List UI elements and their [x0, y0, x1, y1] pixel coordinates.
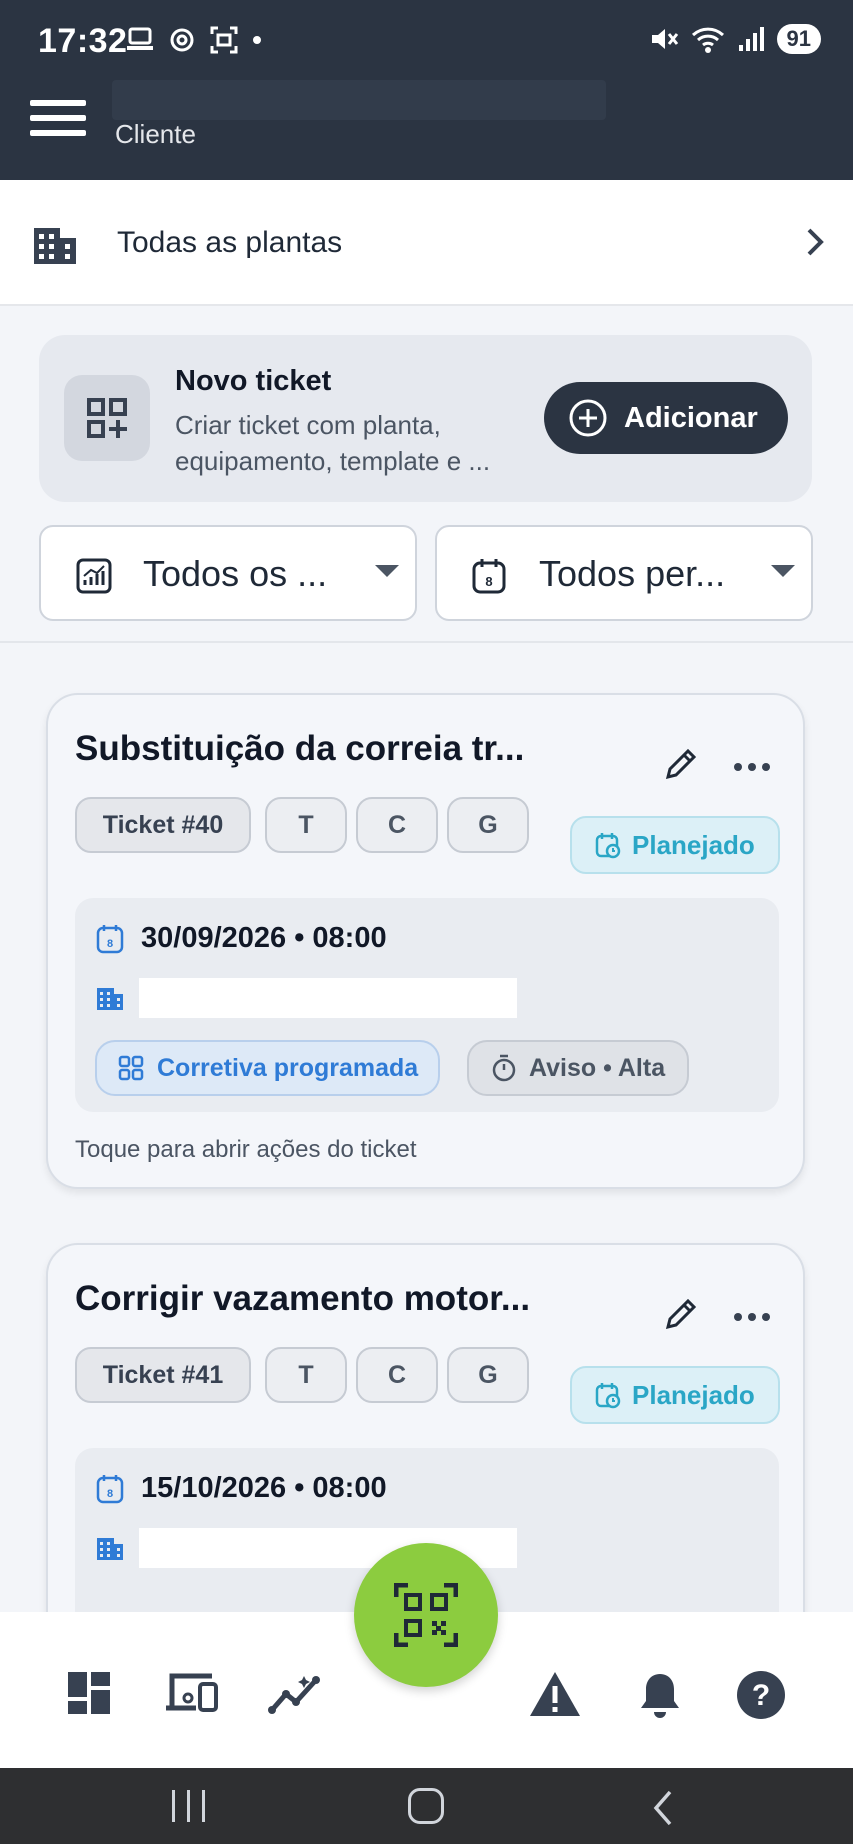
recent-apps-button[interactable]	[172, 1790, 205, 1822]
ticket-title: Corrigir vazamento motor...	[75, 1279, 531, 1318]
devices-icon[interactable]	[164, 1670, 220, 1716]
status-bar: 17:32 91	[0, 0, 853, 82]
priority-label: Aviso • Alta	[529, 1053, 666, 1082]
ticket-card[interactable]: Substituição da correia tr... Ticket #40…	[46, 693, 805, 1189]
analytics-icon[interactable]	[268, 1670, 324, 1716]
help-icon[interactable]: ?	[736, 1670, 786, 1720]
signal-icon	[738, 27, 764, 51]
calendar-icon: 8	[96, 1474, 124, 1503]
mute-icon	[651, 29, 678, 49]
edit-pencil-icon[interactable]	[662, 745, 700, 783]
plant-selector-label: Todas as plantas	[117, 226, 343, 259]
timer-icon	[492, 1054, 516, 1082]
status-badge: Planejado	[570, 816, 780, 874]
dot-icon	[253, 36, 261, 44]
ticket-datetime: 15/10/2026 • 08:00	[141, 1472, 387, 1504]
wifi-icon	[691, 27, 724, 53]
grid-icon	[118, 1055, 144, 1081]
status-badge-label: Planejado	[632, 1379, 755, 1410]
status-time: 17:32	[38, 22, 128, 60]
ticket-id-chip: Ticket #40	[75, 797, 251, 853]
edit-pencil-icon[interactable]	[662, 1295, 700, 1333]
ticket-chip-c: C	[356, 1347, 438, 1403]
qr-scan-button[interactable]	[354, 1543, 498, 1687]
priority-tag: Aviso • Alta	[467, 1040, 690, 1096]
back-icon[interactable]	[650, 1788, 676, 1828]
svg-text:8: 8	[485, 574, 492, 589]
qr-code-icon	[394, 1583, 458, 1647]
ticket-date-row: 8 30/09/2026 • 08:00	[95, 922, 387, 955]
ticket-chip-g: G	[447, 1347, 529, 1403]
new-ticket-description: Criar ticket com planta, equipamento, te…	[175, 410, 491, 476]
ticket-date-row: 8 15/10/2026 • 08:00	[95, 1472, 387, 1505]
plant-selector[interactable]: Todas as plantas	[0, 180, 853, 306]
maintenance-type-tag: Corretiva programada	[95, 1040, 441, 1096]
apps-add-icon	[87, 398, 127, 438]
app-subtitle: Cliente	[115, 119, 196, 149]
laptop-icon	[127, 27, 153, 50]
status-filter-dropdown[interactable]: Todos os ...	[39, 525, 417, 621]
menu-button[interactable]	[30, 96, 86, 140]
home-button[interactable]	[408, 1788, 444, 1824]
ticket-info-box: 8 30/09/2026 • 08:00 Corretiva programad…	[75, 898, 779, 1112]
app-bar: Cliente	[0, 80, 853, 180]
ticket-datetime: 30/09/2026 • 08:00	[141, 922, 387, 954]
ticket-chip-g: G	[447, 797, 529, 853]
ticket-chip-t: T	[265, 1347, 347, 1403]
maintenance-type-label: Corretiva programada	[157, 1053, 419, 1082]
redacted-plant-name	[139, 978, 517, 1018]
redacted-title	[112, 80, 606, 120]
scan-icon	[210, 26, 238, 54]
new-ticket-title: Novo ticket	[175, 365, 332, 397]
section-divider	[0, 641, 853, 643]
menu-icon-line	[30, 115, 86, 121]
building-icon	[97, 988, 123, 1010]
system-navigation-bar	[0, 1768, 853, 1844]
menu-icon-line	[30, 130, 86, 136]
chart-icon	[76, 558, 112, 594]
add-ticket-label: Adicionar	[624, 401, 758, 434]
calendar-clock-icon	[595, 833, 621, 859]
new-ticket-icon-box	[64, 375, 150, 461]
period-filter-dropdown[interactable]: 8 Todos per...	[435, 525, 813, 621]
status-icons-right: 91	[649, 24, 821, 54]
add-ticket-button[interactable]: Adicionar	[544, 382, 788, 454]
svg-text:8: 8	[107, 1488, 113, 1500]
ticket-id-chip: Ticket #41	[75, 1347, 251, 1403]
caret-down-icon	[771, 565, 795, 577]
building-icon	[97, 1538, 123, 1560]
new-ticket-card: Novo ticket Criar ticket com planta, equ…	[39, 335, 812, 502]
building-icon	[34, 228, 76, 264]
ticket-title: Substituição da correia tr...	[75, 729, 525, 768]
plus-circle-icon	[569, 399, 607, 437]
status-badge-label: Planejado	[632, 829, 755, 860]
notifications-bell-icon[interactable]	[638, 1670, 682, 1720]
calendar-icon: 8	[96, 924, 124, 953]
calendar-icon: 8	[472, 559, 506, 594]
period-filter-label: Todos per...	[539, 553, 726, 594]
ai-icon	[170, 28, 194, 52]
ticket-chip-t: T	[265, 797, 347, 853]
menu-icon-line	[30, 100, 86, 106]
chevron-right-icon	[807, 228, 824, 256]
svg-text:?: ?	[752, 1679, 770, 1712]
ticket-plant-row	[95, 978, 517, 1018]
dashboard-icon[interactable]	[66, 1670, 112, 1716]
status-filter-label: Todos os ...	[143, 553, 328, 594]
warning-icon[interactable]	[528, 1670, 582, 1718]
svg-text:8: 8	[107, 938, 113, 950]
status-icons-left	[126, 26, 262, 54]
ticket-hint: Toque para abrir ações do ticket	[75, 1136, 417, 1163]
battery-indicator: 91	[776, 24, 821, 54]
ticket-chip-c: C	[356, 797, 438, 853]
more-options-icon[interactable]	[734, 1313, 770, 1321]
status-badge: Planejado	[570, 1366, 780, 1424]
calendar-clock-icon	[595, 1383, 621, 1409]
caret-down-icon	[375, 565, 399, 577]
more-options-icon[interactable]	[734, 763, 770, 771]
